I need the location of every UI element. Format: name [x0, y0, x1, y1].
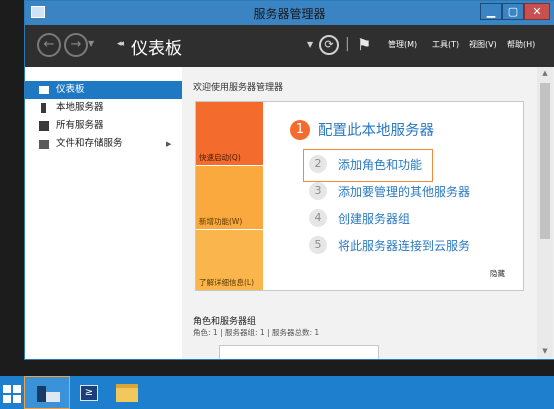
refresh-icon: ⟳: [324, 38, 334, 51]
back-arrow-icon: ←: [43, 37, 55, 52]
tile-label: 了解详细信息(L): [199, 278, 255, 287]
taskbar: ≥: [0, 376, 554, 409]
sidebar-item-label: 本地服务器: [56, 102, 104, 113]
sidebar-item-label: 仪表板: [56, 84, 85, 95]
step-1-configure-local-server-link[interactable]: 配置此本地服务器: [318, 119, 434, 140]
scroll-thumb[interactable]: [540, 83, 550, 239]
sidebar-item-label: 文件和存储服务: [56, 138, 123, 149]
step-5-connect-cloud-link[interactable]: 将此服务器连接到云服务: [338, 237, 470, 254]
dashboard-grid-icon: [39, 86, 49, 94]
notifications-flag-icon[interactable]: ⚑: [357, 35, 371, 54]
tile-label: 快速启动(Q): [199, 153, 241, 162]
window-title: 服务器管理器: [253, 7, 326, 21]
taskbar-server-manager-icon[interactable]: [24, 376, 70, 409]
sidebar-item-all-servers[interactable]: 所有服务器: [25, 117, 182, 135]
menu-tools[interactable]: 工具(T): [432, 39, 459, 50]
refresh-dropdown-icon[interactable]: ▼: [307, 40, 313, 49]
tile-learn-more[interactable]: 了解详细信息(L): [196, 230, 263, 290]
step-5-number: 5: [309, 236, 327, 254]
servers-icon: [39, 121, 49, 131]
roles-section-title: 角色和服务器组: [193, 317, 257, 327]
tile-quick-start[interactable]: 快速启动(Q): [196, 102, 263, 165]
step-4-create-group-link[interactable]: 创建服务器组: [338, 210, 410, 227]
role-card[interactable]: [219, 345, 379, 359]
roles-counts: 角色: 1 | 服务器组: 1 | 服务器总数: 1: [193, 328, 320, 337]
step-1-number: 1: [290, 120, 310, 140]
taskbar-file-explorer-icon[interactable]: [116, 384, 138, 402]
scroll-down-icon[interactable]: ▼: [537, 345, 553, 357]
menu-help[interactable]: 帮助(H): [507, 39, 535, 50]
close-button[interactable]: ✕: [524, 3, 550, 20]
toolbar-separator: |: [345, 36, 350, 52]
taskbar-powershell-icon[interactable]: ≥: [80, 385, 98, 401]
step-4-number: 4: [309, 209, 327, 227]
sidebar: 仪表板 本地服务器 所有服务器 文件和存储服务 ▶: [25, 67, 183, 359]
breadcrumb-arrows-icon: ◂◂: [117, 39, 124, 49]
step-3-add-servers-link[interactable]: 添加要管理的其他服务器: [338, 183, 470, 200]
welcome-heading: 欢迎使用服务器管理器: [193, 83, 284, 93]
sidebar-item-local-server[interactable]: 本地服务器: [25, 99, 182, 117]
start-windows-icon[interactable]: [3, 385, 21, 403]
refresh-button[interactable]: ⟳: [319, 35, 339, 55]
back-button[interactable]: ←: [37, 33, 61, 57]
sidebar-item-dashboard[interactable]: 仪表板: [25, 81, 182, 99]
page-title: 仪表板: [131, 39, 182, 59]
vertical-scrollbar[interactable]: ▲ ▼: [537, 67, 553, 359]
menu-view[interactable]: 视图(V): [469, 39, 497, 50]
hide-link[interactable]: 隐藏: [490, 268, 505, 279]
main-content: 欢迎使用服务器管理器 快速启动(Q) 新增功能(W) 了解详细信息(L) 1 配…: [182, 67, 554, 359]
sidebar-item-label: 所有服务器: [56, 120, 104, 131]
sidebar-item-file-storage[interactable]: 文件和存储服务 ▶: [25, 135, 182, 153]
step-2-number: 2: [309, 155, 327, 173]
tile-label: 新增功能(W): [199, 217, 243, 226]
title-bar[interactable]: 服务器管理器 ▁ ▢ ✕: [25, 1, 554, 25]
welcome-panel: 快速启动(Q) 新增功能(W) 了解详细信息(L) 1 配置此本地服务器 2 添…: [195, 101, 524, 291]
forward-arrow-icon: →: [70, 37, 82, 52]
step-3-number: 3: [309, 182, 327, 200]
minimize-button[interactable]: ▁: [480, 3, 502, 20]
maximize-button[interactable]: ▢: [502, 3, 524, 20]
server-icon: [41, 103, 46, 113]
storage-icon: [39, 140, 49, 149]
menu-manage[interactable]: 管理(M): [388, 39, 417, 50]
history-dropdown-icon[interactable]: ▼: [88, 39, 94, 48]
server-manager-window: 服务器管理器 ▁ ▢ ✕ ← → ▼ ◂◂ 仪表板 ▼ ⟳ | ⚑ 管理(M) …: [24, 0, 554, 360]
tile-whats-new[interactable]: 新增功能(W): [196, 166, 263, 229]
scroll-up-icon[interactable]: ▲: [537, 67, 553, 79]
forward-button[interactable]: →: [64, 33, 88, 57]
toolbar: ← → ▼ ◂◂ 仪表板 ▼ ⟳ | ⚑ 管理(M) 工具(T) 视图(V) 帮…: [25, 25, 554, 67]
expand-arrow-icon[interactable]: ▶: [166, 135, 171, 153]
step-2-add-roles-link[interactable]: 添加角色和功能: [338, 156, 422, 173]
